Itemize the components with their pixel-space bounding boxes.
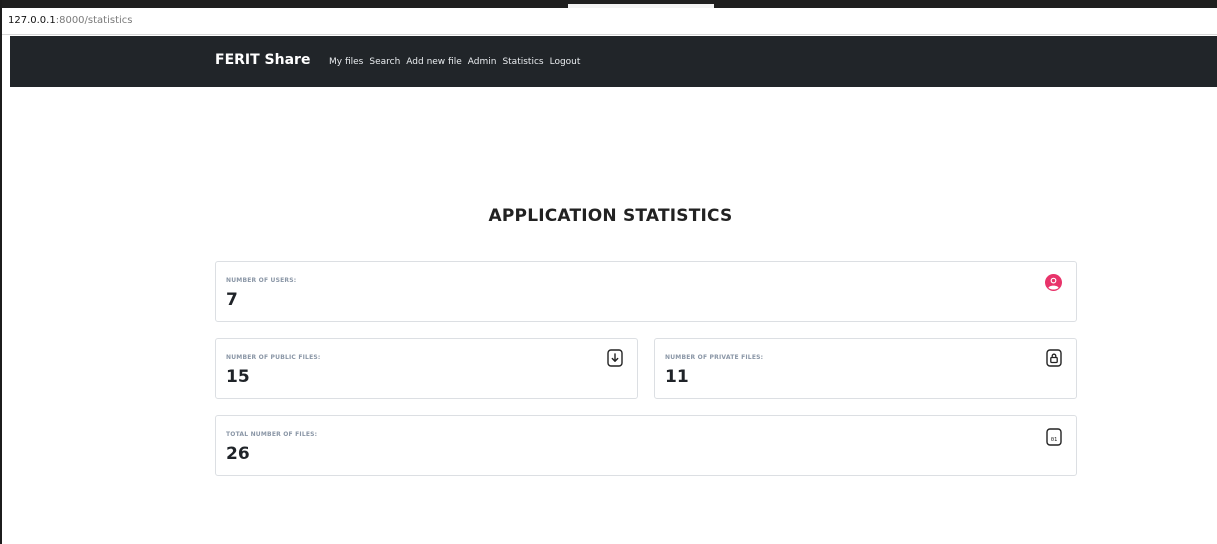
address-bar[interactable]: 127.0.0.1:8000/statistics <box>2 8 1217 35</box>
navbar: FERIT Share My files Search Add new file… <box>10 36 1217 87</box>
stat-label-total-files: TOTAL NUMBER OF FILES: <box>226 431 318 438</box>
nav-link-add-new-file[interactable]: Add new file <box>406 57 461 67</box>
window-top-strip <box>2 0 1217 8</box>
stat-card-users: NUMBER OF USERS: 7 <box>215 261 1077 322</box>
stat-label-users: NUMBER OF USERS: <box>226 277 297 284</box>
stat-value-private-files: 11 <box>665 367 689 387</box>
file-download-icon <box>607 349 623 367</box>
browser-window: 127.0.0.1:8000/statistics FERIT Share My… <box>0 0 1217 544</box>
url-path: :8000/statistics <box>55 15 133 26</box>
nav-link-my-files[interactable]: My files <box>329 57 363 67</box>
page-title: APPLICATION STATISTICS <box>488 206 733 226</box>
file-lock-icon <box>1046 349 1062 367</box>
stat-label-private-files: NUMBER OF PRIVATE FILES: <box>665 354 764 361</box>
stat-value-users: 7 <box>226 290 238 310</box>
file-binary-icon-text: 01 <box>1051 437 1058 443</box>
nav-links: My files Search Add new file Admin Stati… <box>329 57 580 67</box>
stat-value-public-files: 15 <box>226 367 250 387</box>
file-binary-icon: 01 <box>1046 428 1062 446</box>
stat-card-private-files: NUMBER OF PRIVATE FILES: 11 <box>654 338 1077 399</box>
stat-card-public-files: NUMBER OF PUBLIC FILES: 15 <box>215 338 638 399</box>
user-circle-icon <box>1045 274 1062 291</box>
nav-link-search[interactable]: Search <box>369 57 400 67</box>
nav-link-logout[interactable]: Logout <box>550 57 581 67</box>
stat-value-total-files: 26 <box>226 444 250 464</box>
nav-link-admin[interactable]: Admin <box>468 57 497 67</box>
navbar-brand[interactable]: FERIT Share <box>215 52 310 68</box>
url-host: 127.0.0.1 <box>8 15 56 26</box>
stat-label-public-files: NUMBER OF PUBLIC FILES: <box>226 354 321 361</box>
stat-card-total-files: TOTAL NUMBER OF FILES: 26 01 <box>215 415 1077 476</box>
nav-link-statistics[interactable]: Statistics <box>502 57 543 67</box>
